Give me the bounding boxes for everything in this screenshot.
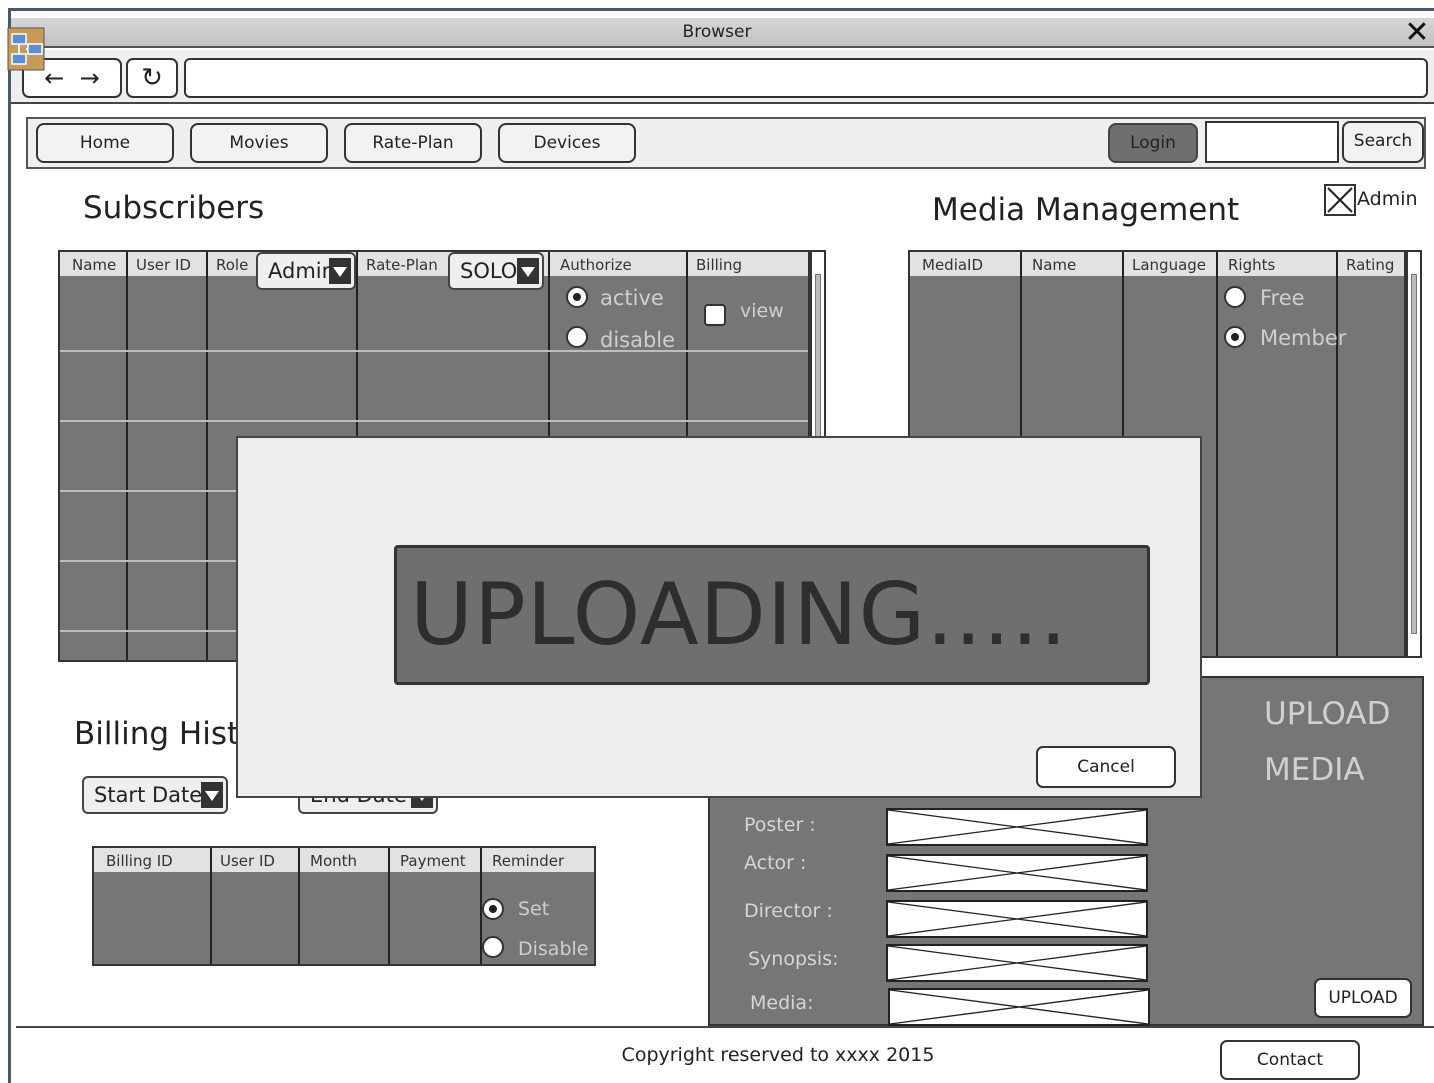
search-button[interactable]: Search <box>1342 121 1424 163</box>
reminder-set-label: Set <box>518 898 550 920</box>
reminder-disable-radio[interactable] <box>482 936 504 958</box>
media-label: Media: <box>750 992 814 1014</box>
window-title: Browser <box>682 22 752 42</box>
media-file-placeholder[interactable] <box>888 988 1150 1026</box>
reload-icon[interactable]: ↻ <box>126 58 178 98</box>
column-header: Rate-Plan <box>366 256 438 274</box>
upload-button[interactable]: UPLOAD <box>1314 978 1412 1018</box>
billing-view-checkbox[interactable] <box>704 304 726 326</box>
authorize-disable-label: disable <box>600 328 676 352</box>
column-header: User ID <box>136 256 191 274</box>
column-header: Language <box>1132 256 1207 274</box>
address-bar[interactable] <box>184 58 1428 98</box>
back-arrow-icon[interactable]: ← <box>44 64 64 92</box>
start-date-select[interactable]: Start Date <box>82 776 228 814</box>
tab-movies[interactable]: Movies <box>190 123 328 163</box>
rights-free-radio[interactable] <box>1224 286 1246 308</box>
poster-label: Poster : <box>744 814 816 836</box>
authorize-active-radio[interactable] <box>566 286 588 308</box>
director-image-placeholder[interactable] <box>886 900 1148 938</box>
column-header: Role <box>216 256 249 274</box>
media-scrollbar[interactable] <box>1406 250 1422 658</box>
rights-member-radio[interactable] <box>1224 326 1246 348</box>
column-header: Billing <box>696 256 742 274</box>
admin-checkbox[interactable] <box>1324 184 1356 216</box>
column-header: Billing ID <box>106 852 173 870</box>
reminder-disable-label: Disable <box>518 938 589 960</box>
footer-divider <box>16 1026 1434 1028</box>
media-management-title: Media Management <box>932 192 1240 228</box>
contact-button[interactable]: Contact <box>1220 1040 1360 1080</box>
column-header: Rating <box>1346 256 1395 274</box>
subscribers-title: Subscribers <box>83 190 265 226</box>
start-date-value: Start Date <box>94 783 203 807</box>
synopsis-label: Synopsis: <box>748 948 839 970</box>
column-header: MediaID <box>922 256 984 274</box>
billing-history-title: Billing Hist <box>74 716 240 752</box>
reminder-set-radio[interactable] <box>482 898 504 920</box>
authorize-disable-radio[interactable] <box>566 326 588 348</box>
column-header: Payment <box>400 852 466 870</box>
director-label: Director : <box>744 900 833 922</box>
forward-arrow-icon[interactable]: → <box>80 64 100 92</box>
chevron-down-icon <box>201 782 223 808</box>
poster-image-placeholder[interactable] <box>886 808 1148 846</box>
role-select[interactable]: Admin <box>256 252 356 290</box>
admin-checkbox-label: Admin <box>1357 188 1418 210</box>
column-header: Name <box>1032 256 1077 274</box>
chevron-down-icon <box>517 258 539 284</box>
sitemap-icon <box>6 26 46 72</box>
copyright-text: Copyright reserved to xxxx 2015 <box>621 1044 935 1066</box>
column-header: Name <box>72 256 117 274</box>
column-header: Reminder <box>492 852 565 870</box>
tab-rate-plan[interactable]: Rate-Plan <box>344 123 482 163</box>
authorize-active-label: active <box>600 286 664 310</box>
billing-view-label: view <box>740 300 784 322</box>
search-input[interactable] <box>1205 121 1339 163</box>
column-header: User ID <box>220 852 275 870</box>
tab-devices[interactable]: Devices <box>498 123 636 163</box>
column-header: Month <box>310 852 358 870</box>
actor-image-placeholder[interactable] <box>886 854 1148 892</box>
tab-home[interactable]: Home <box>36 123 174 163</box>
rights-member-label: Member <box>1260 326 1347 350</box>
upload-media-title-line2: MEDIA <box>1264 752 1365 788</box>
billing-table: Billing ID User ID Month Payment Reminde… <box>92 846 596 966</box>
column-header: Authorize <box>560 256 632 274</box>
rights-free-label: Free <box>1260 286 1305 310</box>
rate-plan-select-value: SOLO <box>460 259 518 283</box>
uploading-status-text: UPLOADING..... <box>410 565 1068 665</box>
rate-plan-select[interactable]: SOLO <box>448 252 544 290</box>
synopsis-image-placeholder[interactable] <box>886 944 1148 982</box>
upload-media-title-line1: UPLOAD <box>1264 696 1391 732</box>
login-button[interactable]: Login <box>1108 123 1198 163</box>
column-header: Rights <box>1228 256 1276 274</box>
close-icon[interactable]: ✕ <box>1402 18 1432 48</box>
role-select-value: Admin <box>268 259 335 283</box>
chevron-down-icon <box>329 258 351 284</box>
cancel-button[interactable]: Cancel <box>1036 746 1176 788</box>
actor-label: Actor : <box>744 852 807 874</box>
